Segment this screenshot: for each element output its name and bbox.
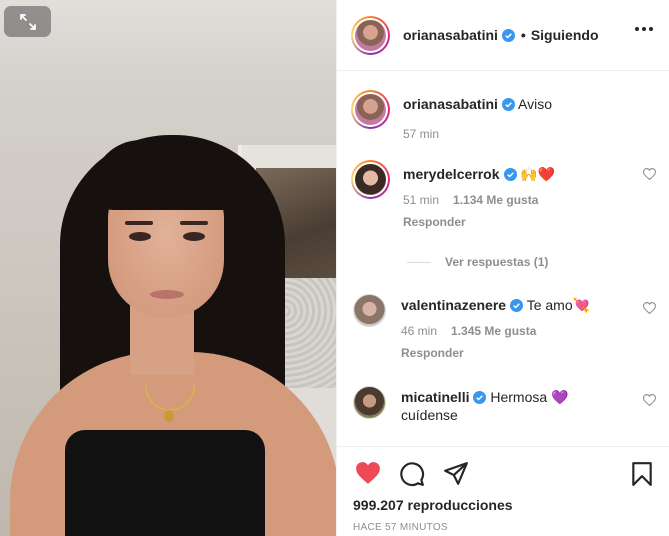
header-separator: • — [520, 27, 526, 43]
comment-likes[interactable]: 1.134 Me gusta — [453, 191, 538, 209]
heart-icon[interactable] — [643, 394, 656, 406]
avatar[interactable] — [351, 15, 390, 55]
comment-icon[interactable] — [399, 461, 425, 487]
view-replies-line — [407, 261, 431, 263]
post-header: orianasabatini • Siguiendo — [337, 0, 669, 71]
post-panel: orianasabatini • Siguiendo orianasabatin… — [336, 0, 669, 536]
follow-button[interactable]: Siguiendo — [531, 27, 599, 43]
caption-time: 57 min — [403, 127, 440, 141]
caption-username[interactable]: orianasabatini — [403, 96, 498, 112]
comment-list[interactable]: orianasabatini Aviso 57 min merydelcerro… — [337, 72, 669, 446]
post-actions: 999.207 reproducciones HACE 57 MINUTOS — [337, 446, 669, 536]
video-brow-right — [180, 221, 208, 225]
comment-avatar-image — [355, 164, 386, 195]
comment-username[interactable]: micatinelli — [401, 389, 469, 405]
verified-icon — [510, 299, 524, 312]
caption-avatar-image — [355, 94, 386, 125]
comment-time: 46 min — [401, 324, 438, 338]
caption: orianasabatini Aviso 57 min — [351, 90, 656, 143]
heart-icon[interactable] — [643, 302, 656, 314]
heart-icon[interactable] — [355, 461, 381, 485]
caption-text: Aviso — [518, 96, 553, 112]
comment-time: 51 min — [403, 193, 440, 207]
verified-icon — [501, 98, 515, 111]
bookmark-icon[interactable] — [631, 461, 653, 487]
video-lips — [150, 290, 184, 299]
video-top — [65, 430, 265, 536]
header-user: orianasabatini • Siguiendo — [403, 27, 599, 43]
avatar-image — [355, 19, 386, 51]
view-replies-button[interactable]: Ver respuestas (1) — [407, 255, 548, 269]
comment-avatar[interactable] — [351, 160, 390, 199]
reply-button[interactable]: Responder — [403, 213, 555, 231]
posted-time: HACE 57 MINUTOS — [353, 522, 448, 533]
share-icon[interactable] — [443, 461, 469, 487]
video-eye-right — [183, 232, 205, 241]
verified-icon — [473, 391, 487, 404]
expand-button[interactable] — [4, 6, 51, 37]
reply-button[interactable]: Responder — [401, 344, 590, 362]
verified-icon — [501, 28, 515, 42]
comment-username[interactable]: valentinazenere — [401, 297, 506, 313]
view-replies-label: Ver respuestas (1) — [445, 255, 549, 269]
comment-item: valentinazenere Te amo💘 46 min 1.345 Me … — [351, 294, 656, 362]
comment-avatar[interactable] — [353, 386, 386, 419]
comment-avatar[interactable] — [353, 294, 386, 327]
video-pendant — [164, 410, 174, 422]
video-eye-left — [129, 232, 151, 241]
comment-text: Hermosa 💜 — [490, 389, 569, 405]
expand-icon — [19, 13, 36, 30]
comment-likes[interactable]: 1.345 Me gusta — [451, 322, 536, 340]
video-brow-left — [125, 221, 153, 225]
comment-text-line2: cuídense — [401, 407, 458, 423]
header-username[interactable]: orianasabatini — [403, 27, 498, 43]
comment-text: Te amo💘 — [526, 297, 591, 313]
more-icon[interactable] — [635, 27, 653, 31]
comment-text: 🙌❤️ — [520, 166, 556, 182]
heart-icon[interactable] — [643, 168, 656, 180]
caption-avatar[interactable] — [351, 90, 390, 129]
comment-item: micatinelli Hermosa 💜 cuídense — [351, 386, 656, 424]
video-bangs — [92, 140, 232, 210]
views-count[interactable]: 999.207 reproducciones — [353, 497, 513, 513]
video-player[interactable] — [0, 0, 336, 536]
comment-username[interactable]: merydelcerrok — [403, 166, 500, 182]
comment-item: merydelcerrok 🙌❤️ 51 min 1.134 Me gusta … — [351, 160, 656, 231]
verified-icon — [503, 168, 517, 181]
